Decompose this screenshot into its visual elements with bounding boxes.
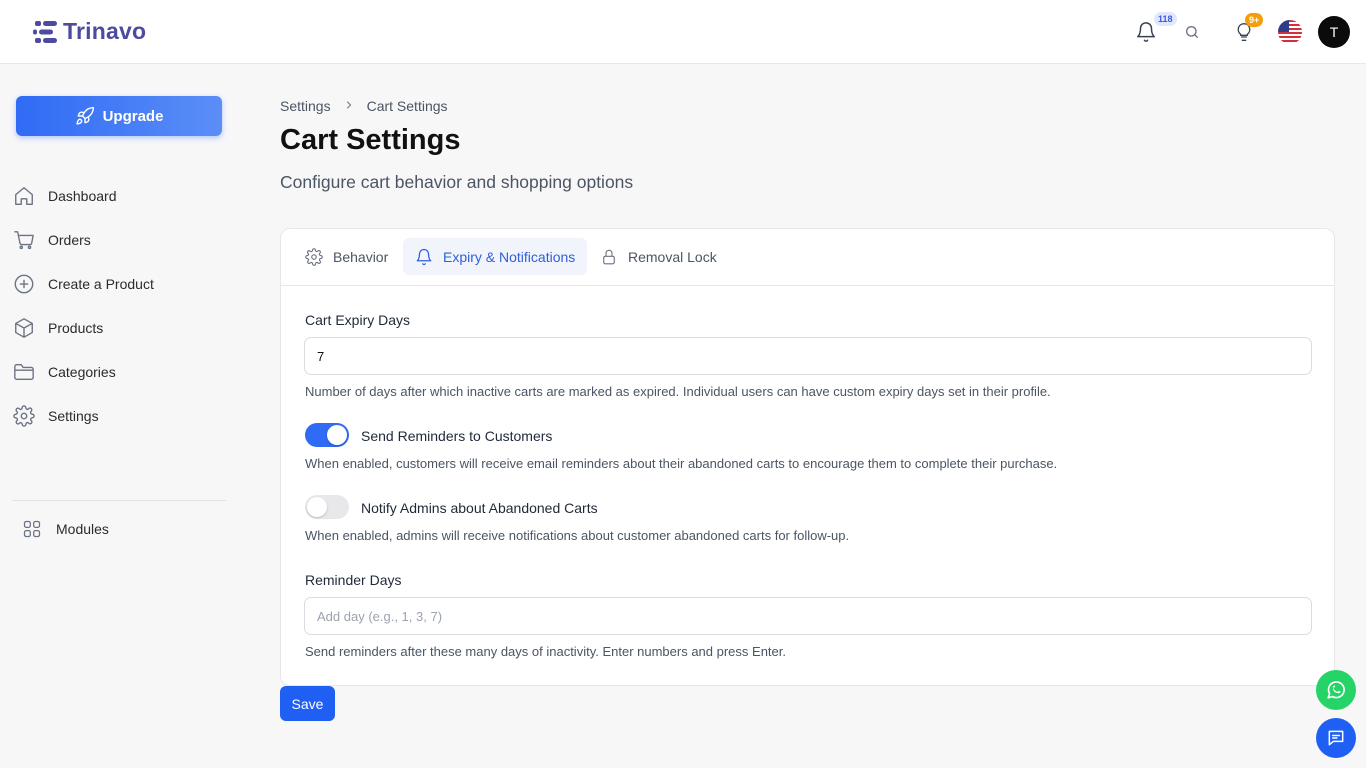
sidebar-item-label: Settings <box>48 408 99 424</box>
reminder-days-help: Send reminders after these many days of … <box>305 644 786 659</box>
cart-icon <box>12 228 36 252</box>
sidebar-item-label: Products <box>48 320 104 336</box>
sidebar-item-label: Dashboard <box>48 188 117 204</box>
top-bar: Trinavo 118 9+ T <box>0 0 1366 64</box>
chevron-right-icon <box>343 98 355 114</box>
tab-label: Behavior <box>333 248 389 265</box>
bell-icon <box>1137 22 1155 42</box>
us-flag-icon[interactable] <box>1278 20 1302 44</box>
sidebar-divider <box>12 500 226 501</box>
search-icon <box>1186 26 1198 38</box>
tips-count-badge: 9+ <box>1245 13 1264 27</box>
page-title: Cart Settings <box>280 124 461 156</box>
app-name: Trinavo <box>63 18 147 44</box>
toggle-knob <box>307 497 327 517</box>
sidebar-item-products[interactable]: Products <box>12 312 222 344</box>
breadcrumb-settings-link[interactable]: Settings <box>280 98 331 114</box>
sidebar-item-create-product[interactable]: Create a Product <box>12 268 222 300</box>
logo[interactable]: Trinavo <box>33 18 146 45</box>
reminder-days-input[interactable] <box>304 597 1312 635</box>
notifications-button[interactable] <box>1134 20 1158 44</box>
lock-icon <box>603 249 615 264</box>
settings-card: Behavior Expiry & Notifications Removal … <box>280 228 1335 686</box>
tab-behavior[interactable]: Behavior <box>293 238 400 275</box>
page-subtitle: Configure cart behavior and shopping opt… <box>280 172 634 192</box>
notify-admins-toggle[interactable] <box>305 495 349 519</box>
tab-removal-lock[interactable]: Removal Lock <box>588 238 729 275</box>
cart-expiry-help: Number of days after which inactive cart… <box>305 384 1051 399</box>
reminder-days-label: Reminder Days <box>305 572 402 588</box>
notify-admins-help: When enabled, admins will receive notifi… <box>305 528 850 543</box>
save-button[interactable]: Save <box>280 686 335 721</box>
send-reminders-toggle[interactable] <box>305 423 349 447</box>
sidebar-item-settings[interactable]: Settings <box>12 400 222 432</box>
rocket-icon <box>75 106 94 125</box>
chat-button[interactable] <box>1316 718 1356 758</box>
send-reminders-label: Send Reminders to Customers <box>361 428 553 444</box>
sidebar-item-modules[interactable]: Modules <box>20 513 230 545</box>
notifications-count-badge: 118 <box>1154 12 1177 26</box>
folder-icon <box>12 360 36 384</box>
whatsapp-button[interactable] <box>1316 670 1356 710</box>
sidebar-item-orders[interactable]: Orders <box>12 224 222 256</box>
bell-icon <box>416 248 432 265</box>
upgrade-button[interactable]: Upgrade <box>16 96 222 136</box>
chat-icon <box>1328 730 1344 746</box>
search-button[interactable] <box>1180 20 1204 44</box>
gear-icon <box>12 404 36 428</box>
sidebar-item-categories[interactable]: Categories <box>12 356 222 388</box>
tab-bar: Behavior Expiry & Notifications Removal … <box>281 229 1334 286</box>
breadcrumb-current: Cart Settings <box>366 98 448 114</box>
grid-icon <box>20 517 44 541</box>
plus-circle-icon <box>12 272 36 296</box>
tab-label: Removal Lock <box>628 248 717 265</box>
avatar[interactable]: T <box>1318 16 1350 48</box>
sidebar-item-label: Orders <box>48 232 91 248</box>
whatsapp-icon <box>1327 681 1345 699</box>
tab-expiry-notifications[interactable]: Expiry & Notifications <box>403 238 588 275</box>
upgrade-label: Upgrade <box>102 107 164 125</box>
trinavo-logo-icon <box>33 20 57 43</box>
box-icon <box>12 316 36 340</box>
sidebar-item-dashboard[interactable]: Dashboard <box>12 180 222 212</box>
sidebar-item-label: Create a Product <box>48 276 154 292</box>
notify-admins-label: Notify Admins about Abandoned Carts <box>361 500 598 516</box>
cart-expiry-label: Cart Expiry Days <box>305 312 411 328</box>
gear-icon <box>305 247 323 266</box>
toggle-knob <box>327 425 347 445</box>
send-reminders-help: When enabled, customers will receive ema… <box>305 456 1058 471</box>
breadcrumb: Settings Cart Settings <box>280 98 448 114</box>
sidebar-item-label: Modules <box>56 521 109 537</box>
tab-label: Expiry & Notifications <box>443 248 576 265</box>
sidebar-item-label: Categories <box>48 364 116 380</box>
cart-expiry-input[interactable] <box>304 337 1312 375</box>
home-icon <box>12 184 36 208</box>
